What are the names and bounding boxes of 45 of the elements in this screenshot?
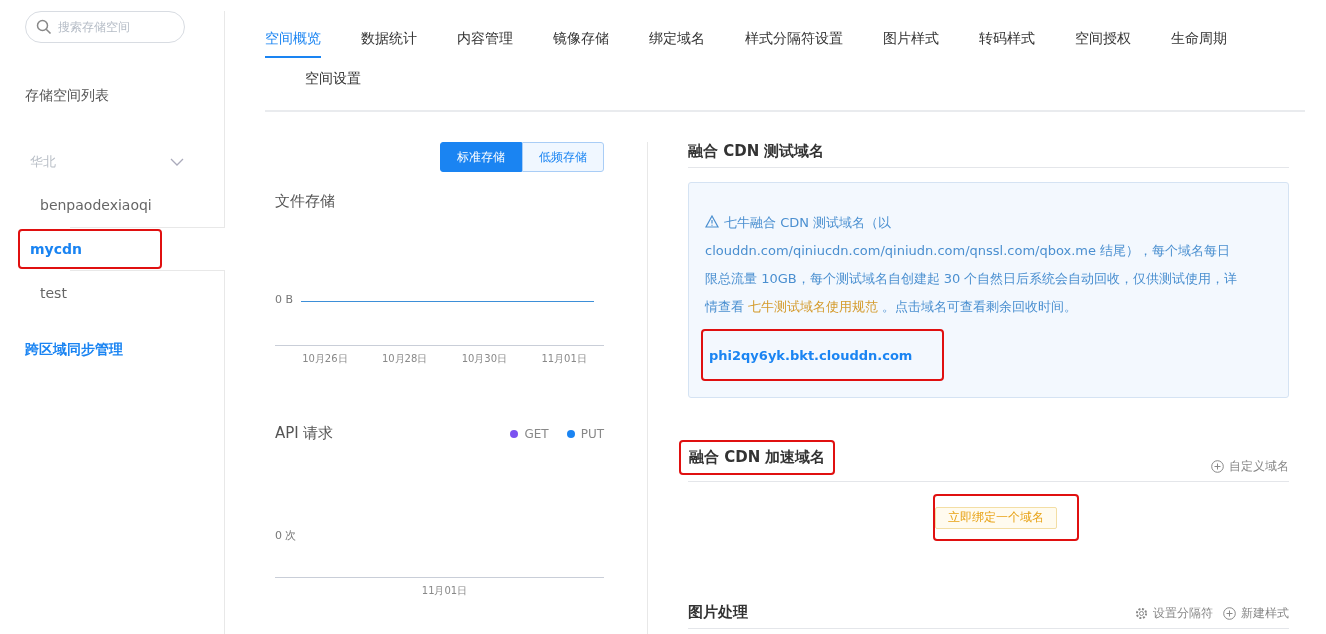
- x-axis-label: 11月01日: [541, 352, 587, 366]
- storage-type-button[interactable]: 标准存储: [440, 142, 522, 172]
- tab[interactable]: 数据统计: [361, 30, 417, 58]
- warning-icon: [705, 215, 719, 228]
- tab[interactable]: 空间授权: [1075, 30, 1131, 58]
- region-label: 华北: [30, 153, 56, 171]
- section-title: 融合 CDN 测试域名: [688, 142, 825, 161]
- notice-text: 七牛融合 CDN 测试域名（以 clouddn.com/qiniucdn.com/qiniudn.com/qnssl.com/qbox.me 结尾），每个域名每日限总流量 10GB，每个测试域名自创建起 30 个自然日后系统会自动回收，仅供测试使用，详情查看 七牛测试域名使用规范 。点击域名可查看剩余回收时间。: [705, 214, 1238, 316]
- bucket-item[interactable]: mycdn: [18, 229, 162, 269]
- chart-title: 文件存储: [275, 192, 336, 211]
- storage-type-button[interactable]: 低频存储: [522, 142, 604, 172]
- tab[interactable]: 绑定域名: [649, 30, 705, 58]
- domain-link[interactable]: phi2qy6yk.bkt.clouddn.com: [701, 329, 945, 381]
- x-axis-label: 10月26日: [302, 352, 348, 366]
- legend-item: GET: [510, 426, 549, 441]
- section-action[interactable]: 新建样式: [1223, 604, 1289, 622]
- sync-link[interactable]: 跨区域同步管理: [25, 341, 123, 357]
- y-axis-label: 0 次: [275, 528, 299, 543]
- add-icon: [1223, 606, 1236, 620]
- tab[interactable]: 空间设置: [305, 70, 361, 98]
- legend-item: PUT: [566, 426, 604, 441]
- chart-title: API 请求: [275, 424, 334, 443]
- section-title: 图片处理: [688, 602, 748, 622]
- tab[interactable]: 空间概览: [265, 30, 321, 58]
- section-action[interactable]: 设置分隔符: [1135, 604, 1213, 622]
- search-icon: [36, 19, 52, 35]
- tab[interactable]: 镜像存储: [553, 30, 609, 58]
- add-icon: [1211, 460, 1224, 473]
- sidebar-heading: 存储空间列表: [25, 87, 110, 105]
- x-axis-label: 11月01日: [421, 584, 468, 598]
- settings-icon: [1135, 606, 1148, 620]
- tab[interactable]: 内容管理: [457, 30, 513, 58]
- tab[interactable]: 转码样式: [979, 30, 1035, 58]
- x-axis-label: 10月30日: [461, 352, 508, 366]
- chevron-down-icon[interactable]: [170, 158, 184, 166]
- x-axis-label: 10月28日: [381, 352, 428, 366]
- bucket-item[interactable]: test: [30, 285, 77, 301]
- tab[interactable]: 图片样式: [883, 30, 939, 58]
- tab[interactable]: 生命周期: [1171, 30, 1227, 58]
- custom-domain-button[interactable]: 自定义域名: [1211, 458, 1289, 475]
- search-field[interactable]: 搜索存储空间: [25, 11, 185, 43]
- section-title: 融合 CDN 加速域名: [679, 440, 836, 475]
- y-axis-label: 0 B: [275, 293, 296, 306]
- bucket-item[interactable]: benpaodexiaoqi: [30, 197, 162, 213]
- tab[interactable]: 样式分隔符设置: [745, 30, 843, 58]
